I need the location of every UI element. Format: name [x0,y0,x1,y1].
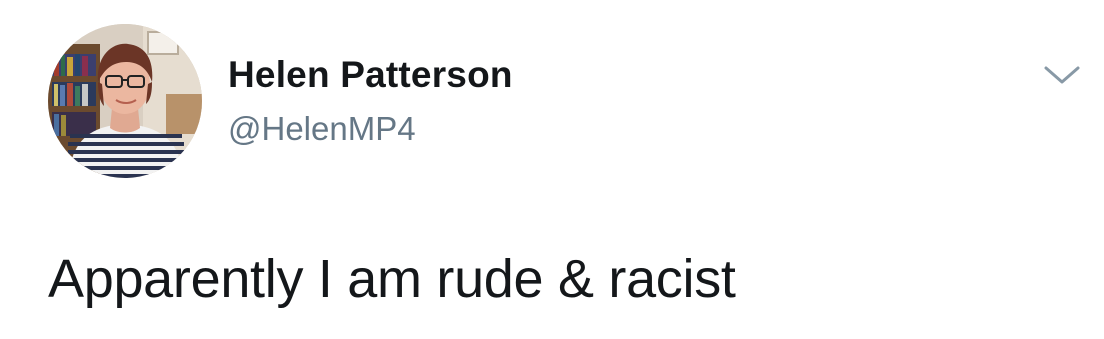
tweet-text: Apparently I am rude & racist [48,249,736,309]
avatar[interactable] [48,24,202,178]
avatar-image [48,24,202,178]
tweet-menu-button[interactable] [1040,60,1084,90]
chevron-down-icon [1044,66,1080,84]
author-handle[interactable]: @HelenMP4 [228,110,416,148]
author-display-name[interactable]: Helen Patterson [228,54,513,96]
tweet-card: Helen Patterson @HelenMP4 Apparently I a… [0,0,1104,339]
